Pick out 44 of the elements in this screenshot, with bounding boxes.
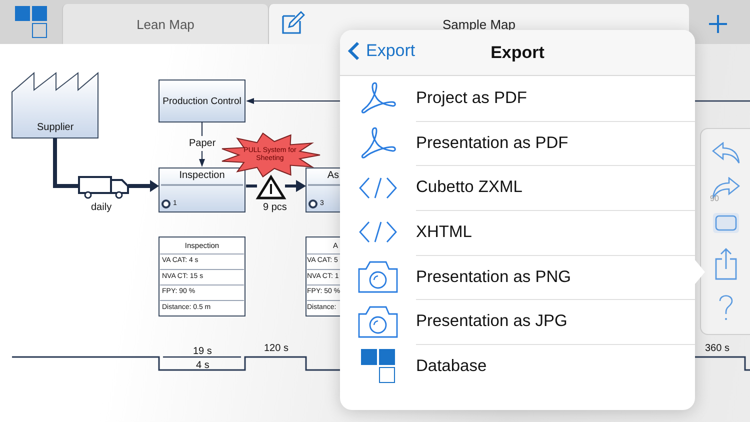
popover-title: Export [490,42,544,62]
database-icon [361,349,395,384]
app-logo-icon[interactable] [15,6,47,38]
code-icon [359,221,397,244]
add-icon[interactable] [708,14,728,34]
export-option[interactable]: Cubetto ZXML [340,165,695,210]
truck-icon [78,176,129,199]
camera-icon [358,306,398,338]
export-option[interactable]: Presentation as JPG [340,299,695,344]
chevron-left-icon [348,41,360,61]
warning-triangle-icon [256,174,286,200]
export-option[interactable]: Database [340,344,695,389]
pdf-icon [360,81,396,116]
code-icon [359,176,397,199]
timeline-label: 360 s [705,343,730,354]
node-label: Supplier [37,122,74,133]
export-option[interactable]: Presentation as PDF [340,120,695,166]
operator-icon [162,200,170,208]
timeline-label: 120 s [264,343,288,354]
operator-icon [308,200,318,208]
timeline-label: 4 s [196,360,210,371]
undo-icon[interactable] [712,142,740,164]
node-label: Production Control [162,96,242,107]
share-icon[interactable] [714,248,738,280]
push-arrow [244,180,306,192]
rectangle-tool-icon[interactable] [712,212,740,234]
inventory-label: 9 pcs [263,202,287,213]
export-option[interactable]: Presentation as PNG [340,254,695,300]
process-title: As [326,170,340,181]
back-button[interactable]: Export [348,41,416,61]
pdf-icon [360,126,396,160]
export-option[interactable]: XHTML [340,210,695,255]
document-tab[interactable]: Lean Map [62,4,268,44]
process-title: Inspection [178,170,226,181]
edit-icon[interactable] [281,11,305,35]
help-icon[interactable] [718,293,734,322]
camera-icon [358,261,398,294]
timeline [695,356,750,371]
redo-icon[interactable] [712,177,740,200]
arrow-label: daily [91,202,112,213]
arrow-label: Paper [189,138,216,149]
timeline-label: 19 s [193,346,212,357]
inventory-label: 90 [710,194,719,203]
export-option[interactable]: Project as PDF [340,76,695,121]
